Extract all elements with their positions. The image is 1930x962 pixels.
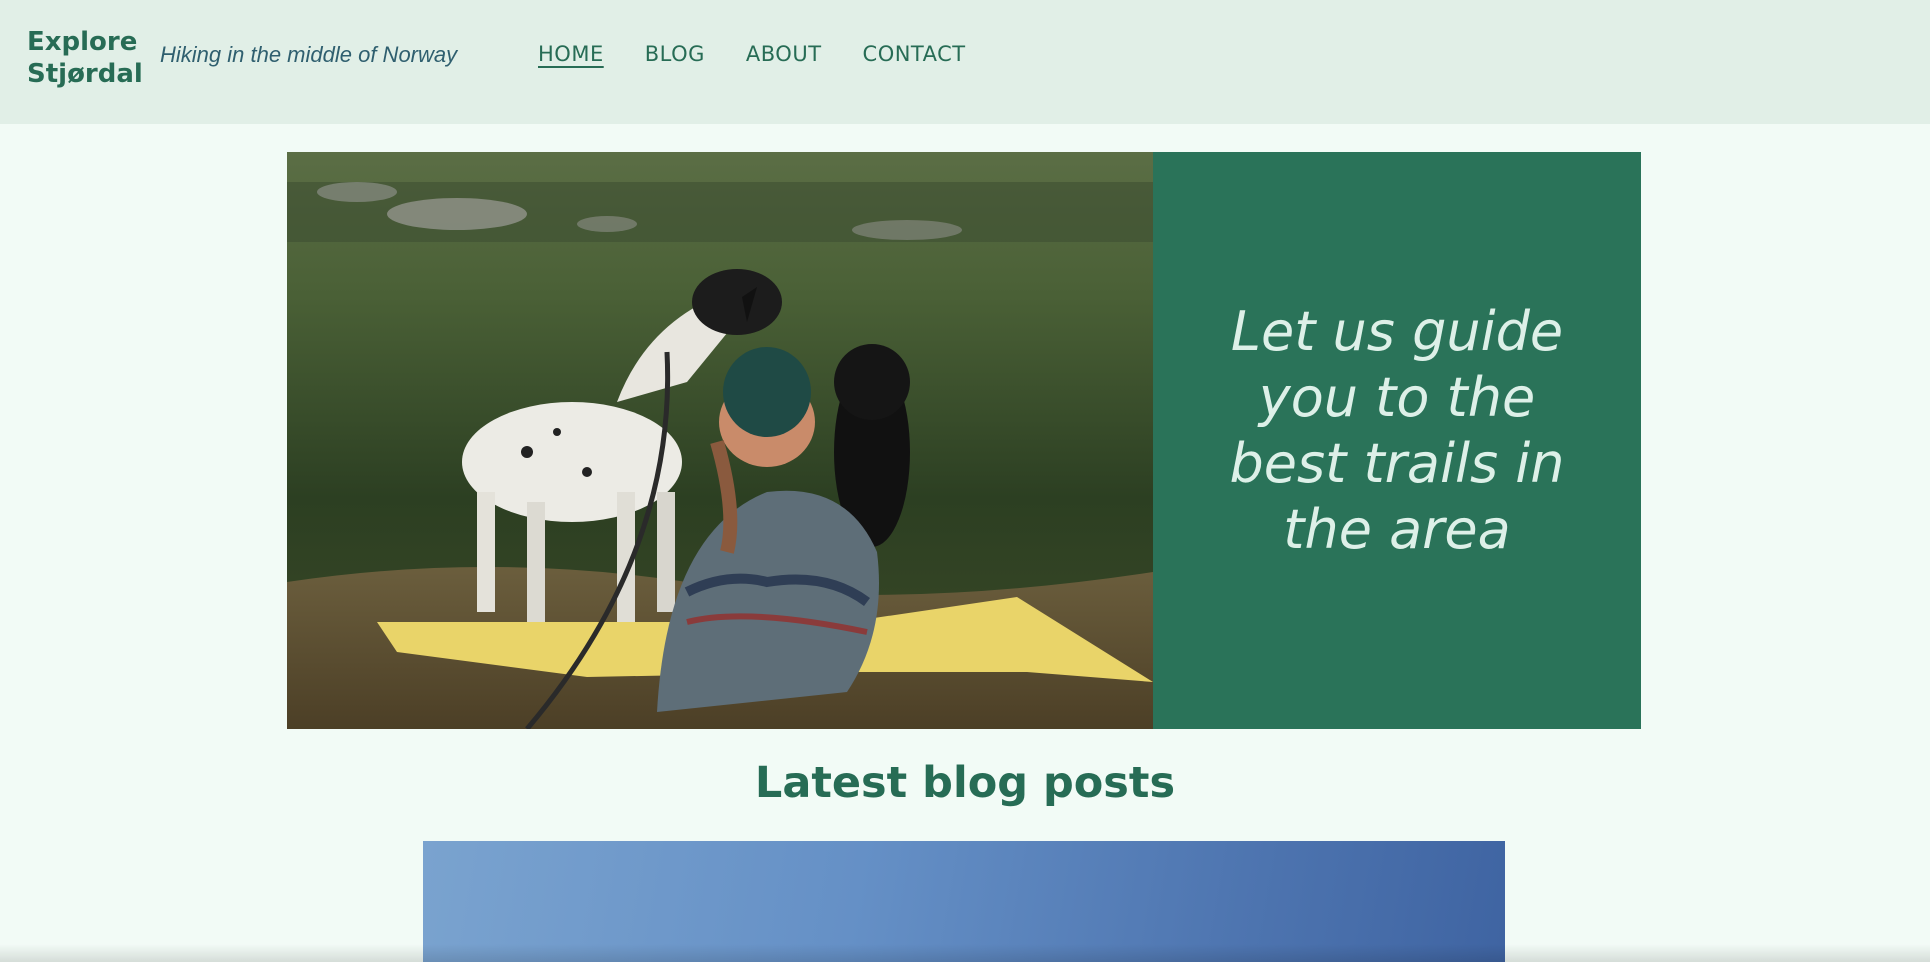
nav-contact-link[interactable]: CONTACT [863,42,966,66]
hero-image [287,152,1153,729]
latest-blog-posts-heading: Latest blog posts [754,758,1176,808]
hero-photo-illustration [287,152,1153,729]
hero-section: Let us guide you to the best trails in t… [287,152,1641,729]
nav-blog-link[interactable]: BLOG [645,42,705,66]
blog-post-image[interactable] [423,841,1505,962]
main-nav: HOME BLOG ABOUT CONTACT [538,42,966,66]
hero-quote: Let us guide you to the best trails in t… [1229,299,1565,561]
nav-about-link[interactable]: ABOUT [746,42,822,66]
hero-quote-panel: Let us guide you to the best trails in t… [1153,152,1641,729]
site-logo[interactable]: Explore Stjørdal [27,26,147,90]
site-header: Explore Stjørdal Hiking in the middle of… [0,0,1930,124]
site-tagline: Hiking in the middle of Norway [160,42,458,67]
nav-home-link[interactable]: HOME [538,42,604,66]
